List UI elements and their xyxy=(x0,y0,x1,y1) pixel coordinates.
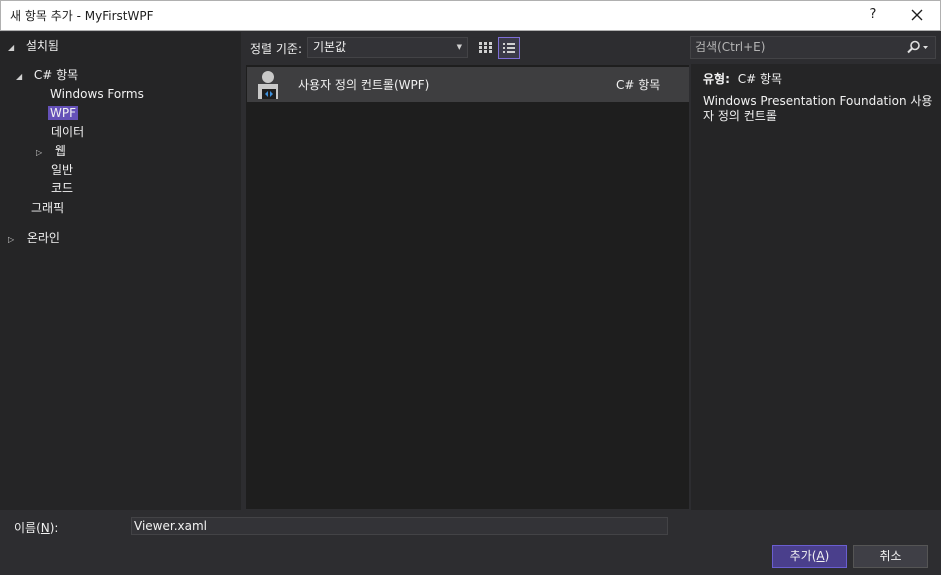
grid-view-button[interactable] xyxy=(475,37,496,58)
chevron-down-icon: ▼ xyxy=(456,43,462,51)
add-button[interactable]: 추가(A) xyxy=(772,545,847,568)
name-label: 이름(N): xyxy=(14,519,58,536)
search-icon xyxy=(907,40,928,54)
sort-value: 기본값 xyxy=(313,40,347,54)
user-control-icon xyxy=(253,69,283,101)
tree-item-graphics[interactable]: 그래픽 xyxy=(31,199,64,217)
tree-item-windows-forms[interactable]: Windows Forms xyxy=(50,85,144,103)
details-type-label: 유형: xyxy=(703,72,730,86)
name-label-accesskey: N xyxy=(40,521,50,535)
tree-item-installed[interactable]: ◢ 설치됨 xyxy=(8,37,59,55)
collapse-arrow-icon: ◢ xyxy=(16,72,23,81)
close-icon xyxy=(911,9,923,21)
sort-dropdown[interactable]: 기본값 ▼ xyxy=(307,37,468,58)
category-tree: ◢ 설치됨 ◢ C# 항목 Windows Forms WPF 데이터 ▷ 웹 … xyxy=(0,32,241,510)
expand-arrow-icon: ▷ xyxy=(8,235,15,244)
template-list xyxy=(245,64,690,510)
tree-item-label: 온라인 xyxy=(26,231,60,245)
tree-item-label: C# 항목 xyxy=(33,68,79,82)
add-label-suffix: ) xyxy=(824,549,830,563)
tree-item-label: 그래픽 xyxy=(31,201,65,215)
tree-item-label: Windows Forms xyxy=(50,87,144,101)
list-view-button[interactable] xyxy=(498,37,520,59)
collapse-arrow-icon: ◢ xyxy=(8,43,15,52)
tree-item-label: WPF xyxy=(48,106,79,120)
details-description: Windows Presentation Foundation 사용자 정의 컨… xyxy=(703,94,933,123)
details-type-value: C# 항목 xyxy=(737,72,783,86)
add-label-accesskey: A xyxy=(816,549,825,563)
tree-item-online[interactable]: ▷ 온라인 xyxy=(8,229,60,247)
details-panel xyxy=(691,64,941,510)
search-placeholder: 검색(Ctrl+E) xyxy=(695,40,766,54)
name-field[interactable] xyxy=(131,517,668,535)
sort-label: 정렬 기준: xyxy=(250,42,303,56)
template-language: C# 항목 xyxy=(616,78,661,92)
add-label-prefix: 추가( xyxy=(789,549,817,563)
list-view-icon xyxy=(503,43,515,53)
tree-item-label: 코드 xyxy=(51,181,74,195)
help-button[interactable]: ? xyxy=(862,4,884,26)
cancel-button[interactable]: 취소 xyxy=(853,545,928,568)
grid-view-icon xyxy=(479,42,492,53)
tree-item-data[interactable]: 데이터 xyxy=(51,123,84,141)
search-input[interactable]: 검색(Ctrl+E) xyxy=(690,36,936,59)
tree-item-label: 웹 xyxy=(54,144,66,158)
tree-item-label: 설치됨 xyxy=(25,39,59,53)
expand-arrow-icon: ▷ xyxy=(36,148,43,157)
close-button[interactable] xyxy=(906,4,928,26)
tree-item-label: 데이터 xyxy=(51,125,85,139)
tree-item-web[interactable]: ▷ 웹 xyxy=(36,142,66,160)
search-button[interactable] xyxy=(905,40,929,55)
tree-item-csharp[interactable]: ◢ C# 항목 xyxy=(16,66,78,84)
tree-item-label: 일반 xyxy=(51,163,74,177)
name-label-suffix: ): xyxy=(49,521,59,535)
tree-item-wpf[interactable]: WPF xyxy=(48,104,79,122)
tree-item-general[interactable]: 일반 xyxy=(51,161,73,179)
name-label-prefix: 이름( xyxy=(14,521,41,535)
details-type: 유형: C# 항목 xyxy=(703,70,782,87)
tree-item-code[interactable]: 코드 xyxy=(51,179,73,197)
template-name: 사용자 정의 컨트롤(WPF) xyxy=(298,78,430,92)
window-title: 새 항목 추가 - MyFirstWPF xyxy=(10,9,154,23)
